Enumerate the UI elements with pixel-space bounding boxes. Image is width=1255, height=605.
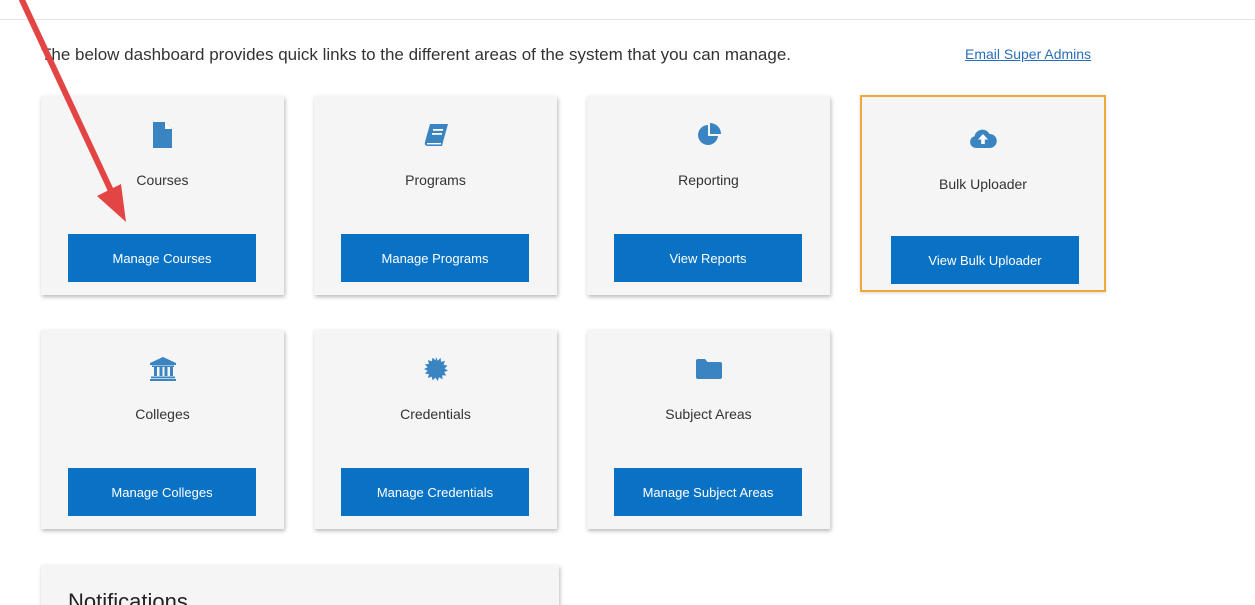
book-icon (314, 121, 557, 149)
card-title: Colleges (135, 406, 190, 422)
card-reporting: Reporting View Reports (587, 96, 830, 295)
intro-text: The below dashboard provides quick links… (41, 45, 792, 64)
file-icon (41, 121, 284, 149)
card-programs: Programs Manage Programs (314, 96, 557, 295)
folder-icon (587, 355, 830, 383)
top-divider (0, 19, 1255, 20)
cloud-upload-icon (862, 124, 1104, 152)
card-subject-areas: Subject Areas Manage Subject Areas (587, 330, 830, 529)
manage-credentials-button[interactable]: Manage Credentials (341, 468, 529, 516)
manage-programs-button[interactable]: Manage Programs (341, 234, 529, 282)
card-title: Reporting (678, 172, 739, 188)
manage-courses-button[interactable]: Manage Courses (68, 234, 256, 282)
email-super-admins-link[interactable]: Email Super Admins (965, 46, 1091, 62)
card-title: Credentials (400, 406, 471, 422)
card-colleges: Colleges Manage Colleges (41, 330, 284, 529)
view-bulk-uploader-button[interactable]: View Bulk Uploader (891, 236, 1079, 284)
dashboard-page: The below dashboard provides quick links… (0, 0, 1255, 605)
pie-chart-icon (587, 121, 830, 149)
view-reports-button[interactable]: View Reports (614, 234, 802, 282)
card-title: Programs (405, 172, 466, 188)
card-title: Bulk Uploader (939, 176, 1027, 192)
card-courses: Courses Manage Courses (41, 96, 284, 295)
card-title: Subject Areas (665, 406, 752, 422)
notifications-heading: Notifications (68, 589, 188, 605)
manage-colleges-button[interactable]: Manage Colleges (68, 468, 256, 516)
card-title: Courses (136, 172, 189, 188)
certificate-icon (314, 355, 557, 383)
notifications-panel: Notifications (41, 565, 559, 605)
card-credentials: Credentials Manage Credentials (314, 330, 557, 529)
card-bulk-uploader: Bulk Uploader View Bulk Uploader (860, 95, 1106, 292)
manage-subject-areas-button[interactable]: Manage Subject Areas (614, 468, 802, 516)
institution-icon (41, 355, 284, 383)
